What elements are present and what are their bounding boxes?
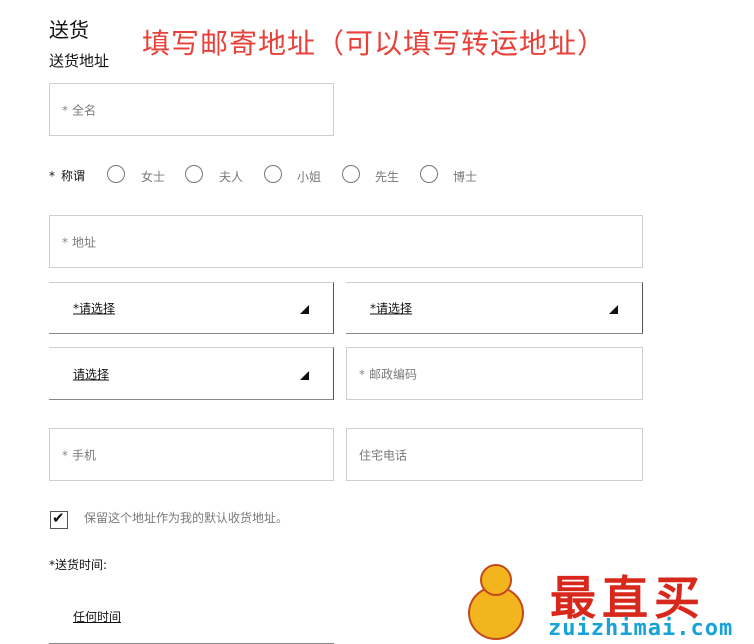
home-phone-placeholder: 住宅电话 [359, 448, 408, 462]
full-name-field[interactable]: * 全名 [49, 83, 334, 136]
radio-mrs[interactable] [185, 165, 203, 183]
radio-label-miss: 小姐 [297, 170, 322, 184]
delivery-time-select[interactable]: 任何时间 [49, 588, 334, 644]
watermark-logo: 最直买 zuizhimai.com [462, 560, 754, 643]
salutation-label: * 称谓 [49, 169, 86, 183]
gourd-mascot-icon [468, 564, 524, 640]
delivery-time-value: 任何时间 [73, 610, 122, 624]
home-phone-field[interactable]: 住宅电话 [346, 428, 643, 481]
country-select-value: *请选择 [73, 301, 116, 316]
red-annotation-text: 填写邮寄地址（可以填写转运地址） [142, 27, 607, 60]
radio-label-mr: 先生 [375, 170, 400, 184]
address-placeholder: * 地址 [62, 235, 97, 249]
watermark-url-text: zuizhimai.com [548, 616, 734, 641]
radio-dr[interactable] [420, 165, 438, 183]
delivery-time-label: *送货时间: [49, 558, 108, 572]
city-select-value: 请选择 [73, 367, 110, 381]
radio-ms[interactable] [107, 165, 125, 183]
radio-label-mrs: 夫人 [219, 170, 244, 184]
mobile-placeholder: * 手机 [62, 448, 97, 462]
full-name-placeholder: * 全名 [62, 103, 97, 117]
default-address-label: 保留这个地址作为我的默认收货地址。 [84, 511, 289, 525]
checkmark-icon: ✔ [52, 509, 65, 527]
dropdown-arrow-icon [609, 305, 618, 314]
default-address-checkbox[interactable]: ✔ [50, 509, 68, 529]
mobile-field[interactable]: * 手机 [49, 428, 334, 481]
dropdown-arrow-icon [300, 370, 309, 380]
postal-code-field[interactable]: * 邮政编码 [346, 347, 643, 400]
radio-mr[interactable] [342, 165, 360, 183]
radio-miss[interactable] [264, 165, 282, 183]
address-field[interactable]: * 地址 [49, 215, 643, 268]
radio-label-ms: 女士 [141, 170, 166, 184]
country-select[interactable]: *请选择 [49, 282, 334, 334]
postal-code-placeholder: * 邮政编码 [359, 367, 418, 381]
section-subtitle: 送货地址 [49, 52, 110, 70]
dropdown-arrow-icon [300, 305, 309, 314]
radio-label-dr: 博士 [453, 170, 478, 184]
region-select-value: *请选择 [370, 301, 413, 316]
city-select[interactable]: 请选择 [49, 347, 334, 400]
section-title: 送货 [49, 18, 89, 42]
region-select[interactable]: *请选择 [346, 282, 643, 334]
